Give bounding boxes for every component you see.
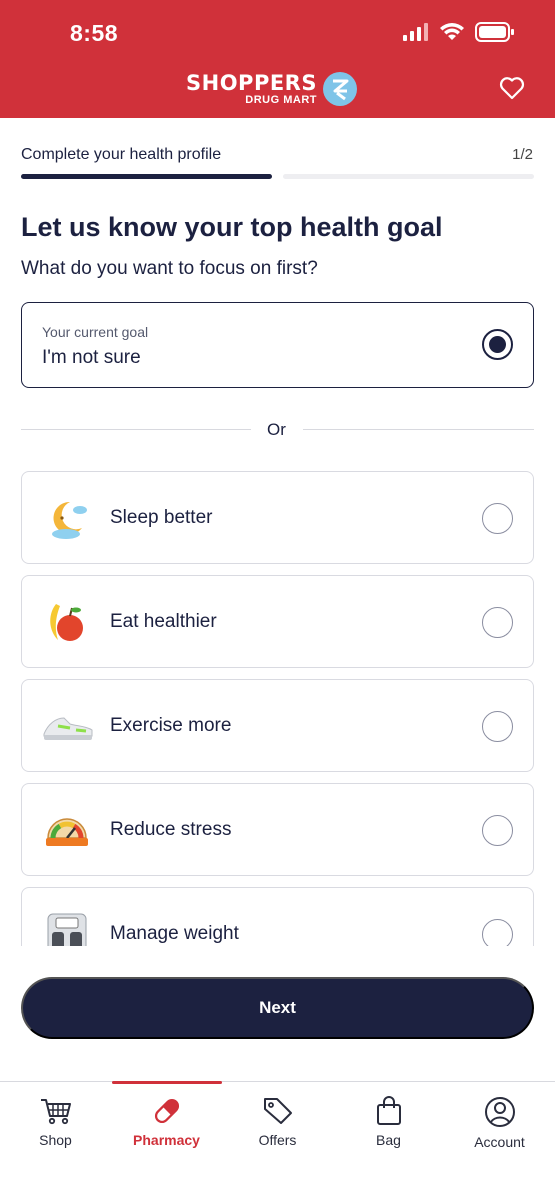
next-button[interactable]: Next [21,977,534,1039]
favorites-heart-icon[interactable] [499,76,525,105]
progress-step-remaining [283,174,534,179]
progress-step-complete [21,174,272,179]
goal-option-radio[interactable] [482,815,513,846]
wifi-icon [440,23,464,40]
status-time: 8:58 [70,20,119,46]
nav-tab-label: Bag [376,1132,401,1148]
divider-line-left [21,429,251,430]
progress-title: Complete your health profile [21,146,222,163]
tag-icon [263,1098,292,1124]
stress-meter-icon [44,808,90,854]
active-tab-indicator [112,1081,222,1084]
sneaker-icon [40,704,96,750]
bag-icon [376,1096,401,1125]
signal-icon [403,23,428,41]
pharmacy-symbol-icon [322,72,357,106]
goal-option-radio[interactable] [482,607,513,638]
goal-option-manage-weight[interactable]: Manage weight [21,887,534,946]
cart-icon [40,1099,71,1125]
moon-sleep-icon [44,496,90,542]
brand-subname: DRUG MART [245,93,317,106]
nav-tab-offers[interactable]: Offers [222,1096,333,1148]
status-icons [403,22,515,42]
goal-option-radio[interactable] [482,919,513,946]
goal-option-radio[interactable] [482,711,513,742]
brand-logo[interactable]: SHOPPERS DRUG MART [186,72,357,106]
current-goal-value: I'm not sure [42,347,141,368]
or-divider-text: Or [267,420,286,439]
goal-option-label: Exercise more [110,715,232,736]
nav-tab-label: Offers [258,1132,297,1148]
progress-bar [21,174,534,179]
goal-option-label: Manage weight [110,923,239,944]
user-icon [484,1097,515,1127]
goal-options-list[interactable]: Sleep better Eat healthier Exercise more [21,471,534,946]
current-goal-radio[interactable] [482,329,513,360]
pill-icon [154,1098,179,1124]
nav-tab-bag[interactable]: Bag [333,1096,444,1148]
nav-tab-label: Account [474,1134,525,1150]
goal-option-label: Sleep better [110,507,213,528]
current-goal-label: Your current goal [42,324,149,340]
nav-tab-label: Shop [39,1132,72,1148]
app-header: 8:58 SHOPPERS DRUG MART [0,0,555,118]
nav-tab-label: Pharmacy [133,1132,200,1148]
fruit-icon [44,600,90,646]
progress-count: 1/2 [512,146,533,163]
bottom-navigation: Shop Pharmacy Offers Bag Account [0,1081,555,1200]
goal-option-radio[interactable] [482,503,513,534]
scale-icon [44,912,90,946]
page-title: Let us know your top health goal [21,212,443,242]
goal-option-reduce-stress[interactable]: Reduce stress [21,783,534,876]
goal-option-label: Reduce stress [110,819,232,840]
battery-icon [475,22,514,42]
current-goal-card[interactable]: Your current goal I'm not sure [21,302,534,388]
goal-option-eat-healthier[interactable]: Eat healthier [21,575,534,668]
divider-line-right [303,429,534,430]
brand-name: SHOPPERS [186,70,317,95]
goal-option-sleep-better[interactable]: Sleep better [21,471,534,564]
nav-tab-pharmacy[interactable]: Pharmacy [111,1096,222,1148]
goal-option-label: Eat healthier [110,611,217,632]
nav-tab-account[interactable]: Account [444,1096,555,1150]
page-subtitle: What do you want to focus on first? [21,258,318,279]
nav-tab-shop[interactable]: Shop [0,1096,111,1148]
goal-option-exercise-more[interactable]: Exercise more [21,679,534,772]
